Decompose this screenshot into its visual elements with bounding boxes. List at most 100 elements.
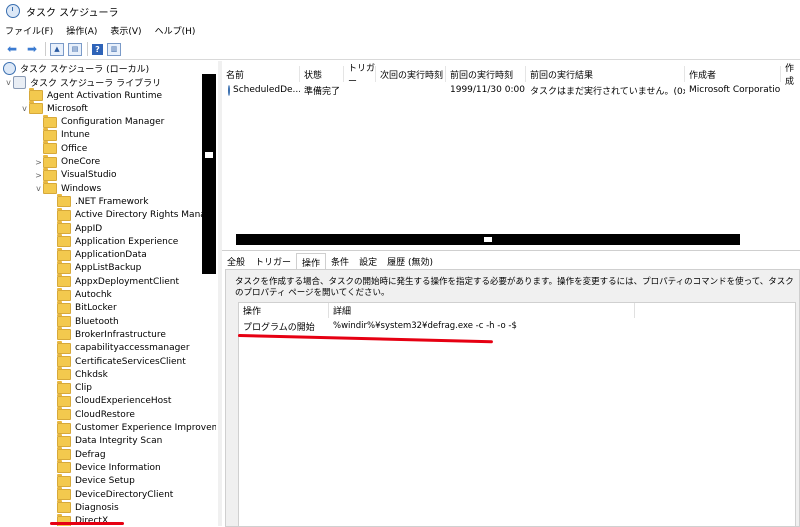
task-scheduler-clock-icon [6, 4, 20, 18]
tree-item-label: Windows [61, 183, 102, 194]
title-bar: タスク スケジューラ [0, 0, 800, 22]
column-header-created[interactable]: 作成 [781, 64, 800, 87]
red-annotation-underline [50, 522, 124, 525]
tree-item[interactable]: Data Integrity Scan [48, 433, 162, 448]
column-header-author[interactable]: 作成者 [685, 66, 781, 82]
column-header-next-run[interactable]: 次回の実行時刻 [376, 66, 446, 82]
tree-item[interactable]: Agent Activation Runtime [20, 88, 162, 102]
tree-scrollbar[interactable] [202, 74, 216, 274]
tree-item[interactable]: CloudExperienceHost [48, 393, 172, 408]
task-author: Microsoft Corporation [689, 85, 781, 95]
tree-item-label: CloudExperienceHost [75, 396, 172, 407]
tree-item[interactable]: > VisualStudio [34, 167, 117, 182]
chevron-down-icon[interactable]: v [34, 184, 43, 193]
tree-item-label: Autochk [75, 290, 112, 300]
tree-item[interactable]: DeviceDirectoryClient [48, 487, 173, 501]
tab-triggers[interactable]: トリガー [250, 253, 296, 269]
scrollbar-grip[interactable] [205, 152, 213, 158]
tree-item[interactable]: Configuration Manager [34, 114, 164, 129]
tree-item-label: CloudRestore [75, 409, 135, 420]
column-header-name[interactable]: 名前 [222, 66, 300, 82]
splitter-grip[interactable] [484, 237, 492, 242]
show-hide-tree-icon[interactable]: ▤ [68, 42, 82, 56]
folder-icon [57, 500, 71, 514]
tree-item[interactable]: ApplicationData [48, 247, 147, 262]
menu-help[interactable]: ヘルプ(H) [155, 24, 196, 37]
tab-history[interactable]: 履歴 (無効) [382, 253, 438, 269]
action-pane-icon[interactable]: ▥ [107, 42, 121, 56]
task-last-run: 1999/11/30 0:00:00 [450, 85, 526, 95]
task-status: 準備完了 [304, 86, 341, 97]
horizontal-splitter[interactable] [236, 234, 740, 245]
tree-root[interactable]: タスク スケジューラ (ローカル) [3, 62, 149, 75]
tree-item[interactable]: Diagnosis [48, 500, 119, 514]
tree-item[interactable]: CloudRestore [48, 407, 135, 421]
tree-item[interactable]: Bluetooth [48, 314, 119, 328]
task-row-name[interactable]: ScheduledDe... [226, 83, 300, 97]
column-header-trigger[interactable]: トリガー [344, 64, 376, 87]
tree-item[interactable]: Office [34, 141, 87, 155]
tree-item[interactable]: Clip [48, 380, 92, 395]
tree-item[interactable]: AppListBackup [48, 260, 141, 275]
forward-arrow-icon[interactable]: ➡ [24, 42, 40, 56]
tab-settings[interactable]: 設定 [354, 253, 382, 269]
menu-action[interactable]: 操作(A) [66, 24, 97, 37]
chevron-down-icon[interactable]: v [4, 78, 13, 87]
column-header-status[interactable]: 状態 [300, 66, 344, 82]
tree-item[interactable]: BitLocker [48, 300, 117, 315]
action-type[interactable]: プログラムの開始 [239, 319, 333, 333]
tree-item[interactable]: Device Setup [48, 473, 135, 488]
tree-item[interactable]: .NET Framework [48, 194, 148, 208]
folder-icon [57, 300, 71, 314]
menu-view[interactable]: 表示(V) [110, 24, 141, 37]
tree-item-label: Active Directory Rights Manageme [75, 210, 216, 221]
up-folder-icon[interactable]: ▲ [50, 42, 64, 56]
chevron-right-icon[interactable]: > [34, 171, 43, 180]
folder-icon [43, 167, 57, 181]
tree-item[interactable]: Chkdsk [48, 367, 108, 381]
tree-item[interactable]: Intune [34, 127, 90, 142]
tree-item[interactable]: > OneCore [34, 154, 100, 169]
tree-item[interactable]: CertificateServicesClient [48, 354, 186, 368]
folder-icon [57, 287, 71, 301]
tree-item-label: Device Information [75, 462, 161, 473]
tree-item[interactable]: Application Experience [48, 234, 178, 248]
tree-item[interactable]: AppxDeploymentClient [48, 274, 179, 288]
tree-library-label: タスク スケジューラ ライブラリ [30, 79, 162, 89]
menu-file[interactable]: ファイル(F) [5, 24, 53, 37]
toolbar: ⬅ ➡ ▲ ▤ ? ▥ [0, 39, 800, 60]
folder-icon [57, 433, 71, 447]
folder-icon [57, 393, 71, 407]
folder-icon [57, 447, 71, 461]
folder-icon [57, 314, 71, 328]
tree-item[interactable]: Customer Experience Improvemen [48, 420, 216, 435]
tree-item[interactable]: Device Information [48, 460, 161, 474]
column-header-last-result[interactable]: 前回の実行結果 [526, 66, 685, 82]
help-icon[interactable]: ? [92, 43, 103, 55]
chevron-right-icon[interactable]: > [34, 158, 43, 167]
column-header-detail[interactable]: 詳細 [329, 303, 635, 318]
task-scheduler-clock-icon [3, 62, 16, 75]
back-arrow-icon[interactable]: ⬅ [4, 42, 20, 56]
tab-conditions[interactable]: 条件 [326, 253, 354, 269]
tree-item[interactable]: capabilityaccessmanager [48, 340, 190, 355]
tree-item[interactable]: v Windows [34, 181, 102, 195]
tree-item[interactable]: Autochk [48, 287, 112, 302]
tree-item[interactable]: Defrag [48, 447, 106, 461]
tree-item[interactable]: BrokerInfrastructure [48, 327, 166, 341]
folder-icon [57, 247, 71, 261]
chevron-down-icon[interactable]: v [20, 104, 29, 113]
tab-general[interactable]: 全般 [222, 253, 250, 269]
column-header-action[interactable]: 操作 [239, 303, 329, 318]
tree-item[interactable]: AppID [48, 221, 102, 235]
column-header-last-run[interactable]: 前回の実行時刻 [446, 66, 526, 82]
tab-actions[interactable]: 操作 [296, 253, 327, 270]
action-detail[interactable]: %windir%¥system32¥defrag.exe -c -h -o -$ [329, 319, 633, 333]
tree-library[interactable]: v タスク スケジューラ ライブラリ [4, 76, 161, 89]
tree-item-label: CertificateServicesClient [75, 356, 186, 367]
tree-item-label: BrokerInfrastructure [75, 329, 166, 340]
folder-icon [43, 141, 57, 155]
tree-item[interactable]: v Microsoft [20, 101, 88, 115]
tree-item[interactable]: Active Directory Rights Manageme [48, 207, 216, 222]
folder-icon [57, 327, 71, 341]
